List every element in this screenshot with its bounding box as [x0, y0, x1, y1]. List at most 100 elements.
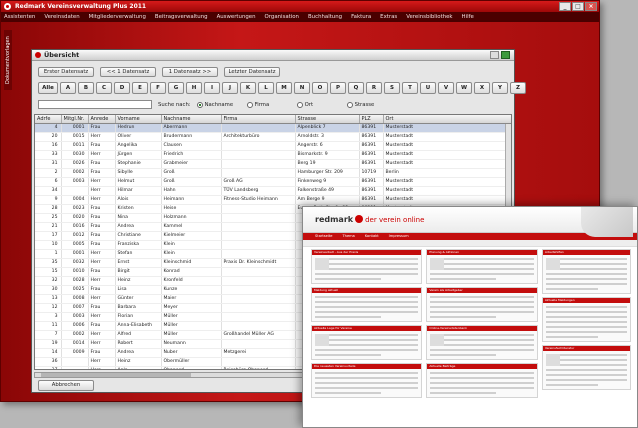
radio-strasse[interactable]: Strasse — [346, 101, 391, 108]
website-nav-item[interactable]: Impressum — [389, 233, 409, 240]
menu-assistenten[interactable]: Assistenten — [4, 12, 35, 22]
app-title-bar: Redmark Vereinsverwaltung Plus 2011 _ □ … — [1, 1, 599, 12]
menu-beitragsverwaltung[interactable]: Beitragsverwaltung — [155, 12, 208, 22]
website-panel-title[interactable]: Vereinsfachliteratur — [542, 346, 630, 351]
letter-k-button[interactable]: K — [240, 82, 256, 94]
next-record-button[interactable]: 1 Datensatz >> — [162, 67, 218, 77]
table-cell: Christiane — [115, 231, 162, 241]
letter-c-button[interactable]: C — [96, 82, 112, 94]
letter-y-button[interactable]: Y — [492, 82, 508, 94]
table-row[interactable]: 16 0011 Frau Angelika Clausen Angerstr. 6 8639… — [35, 141, 511, 151]
first-record-button[interactable]: Erster Datensatz — [38, 67, 94, 77]
website-nav-item[interactable]: Thema — [342, 233, 354, 240]
letter-z-button[interactable]: Z — [510, 82, 526, 94]
website-screenshot: redmark der verein online Startseite Thema… — [302, 206, 638, 428]
website-panel-title[interactable]: Meldung aktuell — [312, 288, 422, 293]
close-window-button[interactable]: × — [585, 2, 597, 11]
previous-record-button[interactable]: << 1 Datensatz — [100, 67, 156, 77]
website-panel-title[interactable]: Verein als Arbeitgeber — [427, 288, 537, 293]
letter-x-button[interactable]: X — [474, 82, 490, 94]
letter-m-button[interactable]: M — [276, 82, 292, 94]
table-row[interactable]: 6 0003 Herr Helmut Groß Groß AG Finkenweg 9 863… — [35, 177, 511, 187]
website-panel-title[interactable]: Aktuelle Beiträge — [427, 364, 537, 369]
letter-i-button[interactable]: I — [204, 82, 220, 94]
menu-vereinsdaten[interactable]: Vereinsdaten — [44, 12, 79, 22]
menu-auswertungen[interactable]: Auswertungen — [217, 12, 256, 22]
brand-logo-icon — [355, 215, 364, 223]
column-header[interactable]: Anrede — [88, 115, 116, 124]
letter-u-button[interactable]: U — [420, 82, 436, 94]
menu-mitgliederverwaltung[interactable]: Mitgliederverwaltung — [89, 12, 146, 22]
letter-a-button[interactable]: A — [60, 82, 76, 94]
scroll-thumb[interactable] — [41, 373, 191, 377]
side-tab-dokumentvorlagen[interactable]: Dokumentvorlagen — [4, 30, 12, 90]
search-input[interactable] — [38, 100, 152, 109]
website-panel-title[interactable]: Aktuelle Lage für Vereine — [312, 326, 422, 331]
column-header[interactable]: Mitgl.Nr. — [61, 115, 89, 124]
letter-r-button[interactable]: R — [366, 82, 382, 94]
website-panel-title[interactable]: Die neuesten Vereinsurteile — [312, 364, 422, 369]
letter-q-button[interactable]: Q — [348, 82, 364, 94]
letter-g-button[interactable]: G — [168, 82, 184, 94]
website-nav-item[interactable]: Startseite — [315, 233, 332, 240]
website-panel-title[interactable]: Vereinsarbeit - Aus der Praxis — [312, 250, 422, 255]
letter-h-button[interactable]: H — [186, 82, 202, 94]
menu-hilfe[interactable]: Hilfe — [462, 12, 474, 22]
letter-d-button[interactable]: D — [114, 82, 130, 94]
column-header[interactable]: PLZ — [359, 115, 384, 124]
menu-vereinsbibliothek[interactable]: Vereinsbibliothek — [406, 12, 452, 22]
letter-p-button[interactable]: P — [330, 82, 346, 94]
letter-j-button[interactable]: J — [222, 82, 238, 94]
table-cell: Frau — [88, 141, 116, 151]
table-row[interactable]: 4 0001 Frau Hedrun Abermann Alpenblick 7 86391… — [35, 123, 511, 133]
cancel-button[interactable]: Abbrechen — [38, 380, 94, 391]
letter-n-button[interactable]: N — [294, 82, 310, 94]
dialog-restore-button[interactable] — [490, 51, 499, 59]
letter-w-button[interactable]: W — [456, 82, 472, 94]
website-panel-title[interactable]: Planung & Aktionen — [427, 250, 537, 255]
panel-text-line — [545, 336, 599, 338]
table-row[interactable]: 33 0030 Herr Jürgen Friedrich Bismarkstr. 9 86… — [35, 150, 511, 160]
letter-s-button[interactable]: S — [384, 82, 400, 94]
last-record-button[interactable]: Letzter Datensatz — [224, 67, 280, 77]
table-cell: 25 — [35, 213, 62, 223]
dialog-close-button[interactable] — [501, 51, 510, 59]
radio-firma[interactable]: Firma — [246, 101, 291, 108]
table-row[interactable]: 20 0015 Herr Oliver Brudermann Architekturbür… — [35, 132, 511, 142]
letter-t-button[interactable]: T — [402, 82, 418, 94]
table-cell: 34 — [35, 186, 62, 196]
menu-faktura[interactable]: Faktura — [351, 12, 371, 22]
website-nav-item[interactable]: Kontakt — [365, 233, 379, 240]
letter-e-button[interactable]: E — [132, 82, 148, 94]
letter-v-button[interactable]: V — [438, 82, 454, 94]
letter-o-button[interactable]: O — [312, 82, 328, 94]
maximize-button[interactable]: □ — [572, 2, 584, 11]
menu-organisation[interactable]: Organisation — [265, 12, 299, 22]
website-column-right: Arbeitshilfen Aktuelle Meldungen Vereinsfa… — [541, 249, 631, 427]
column-header[interactable]: Adrfe — [35, 115, 62, 124]
table-row[interactable]: 34 Herr Hilmar Hahn TÜV Landsberg Falkenstraß… — [35, 186, 511, 196]
letter-b-button[interactable]: B — [78, 82, 94, 94]
column-header[interactable]: Nachname — [161, 115, 222, 124]
table-row[interactable]: 2 0002 Frau Sibylle Groß Hamburger Str. 209 10… — [35, 168, 511, 178]
table-cell: 0005 — [61, 240, 89, 250]
website-panel-title[interactable]: Online-Vereinsdatenbank — [427, 326, 537, 331]
column-header[interactable]: Strasse — [295, 115, 360, 124]
table-cell: 19 — [35, 339, 62, 349]
website-panel-title[interactable]: Aktuelle Meldungen — [542, 298, 630, 303]
table-row[interactable]: 31 0026 Frau Stephanie Grabmeier Berg 19 86391… — [35, 159, 511, 169]
website-panel-title[interactable]: Arbeitshilfen — [542, 250, 630, 255]
table-row[interactable]: 9 0004 Herr Alois Heimann Fitness-Studio Heim… — [35, 195, 511, 205]
letter-f-button[interactable]: F — [150, 82, 166, 94]
minimize-button[interactable]: _ — [559, 2, 571, 11]
column-header[interactable]: Ort — [383, 115, 511, 124]
letter-all-button[interactable]: Alle — [38, 82, 58, 94]
letter-l-button[interactable]: L — [258, 82, 274, 94]
radio-ort[interactable]: Ort — [296, 101, 341, 108]
column-header[interactable]: Vorname — [115, 115, 162, 124]
menu-buchhaltung[interactable]: Buchhaltung — [308, 12, 342, 22]
radio-nachname[interactable]: Nachname — [196, 101, 241, 108]
table-cell — [221, 231, 296, 241]
menu-extras[interactable]: Extras — [380, 12, 397, 22]
column-header[interactable]: Firma — [221, 115, 296, 124]
